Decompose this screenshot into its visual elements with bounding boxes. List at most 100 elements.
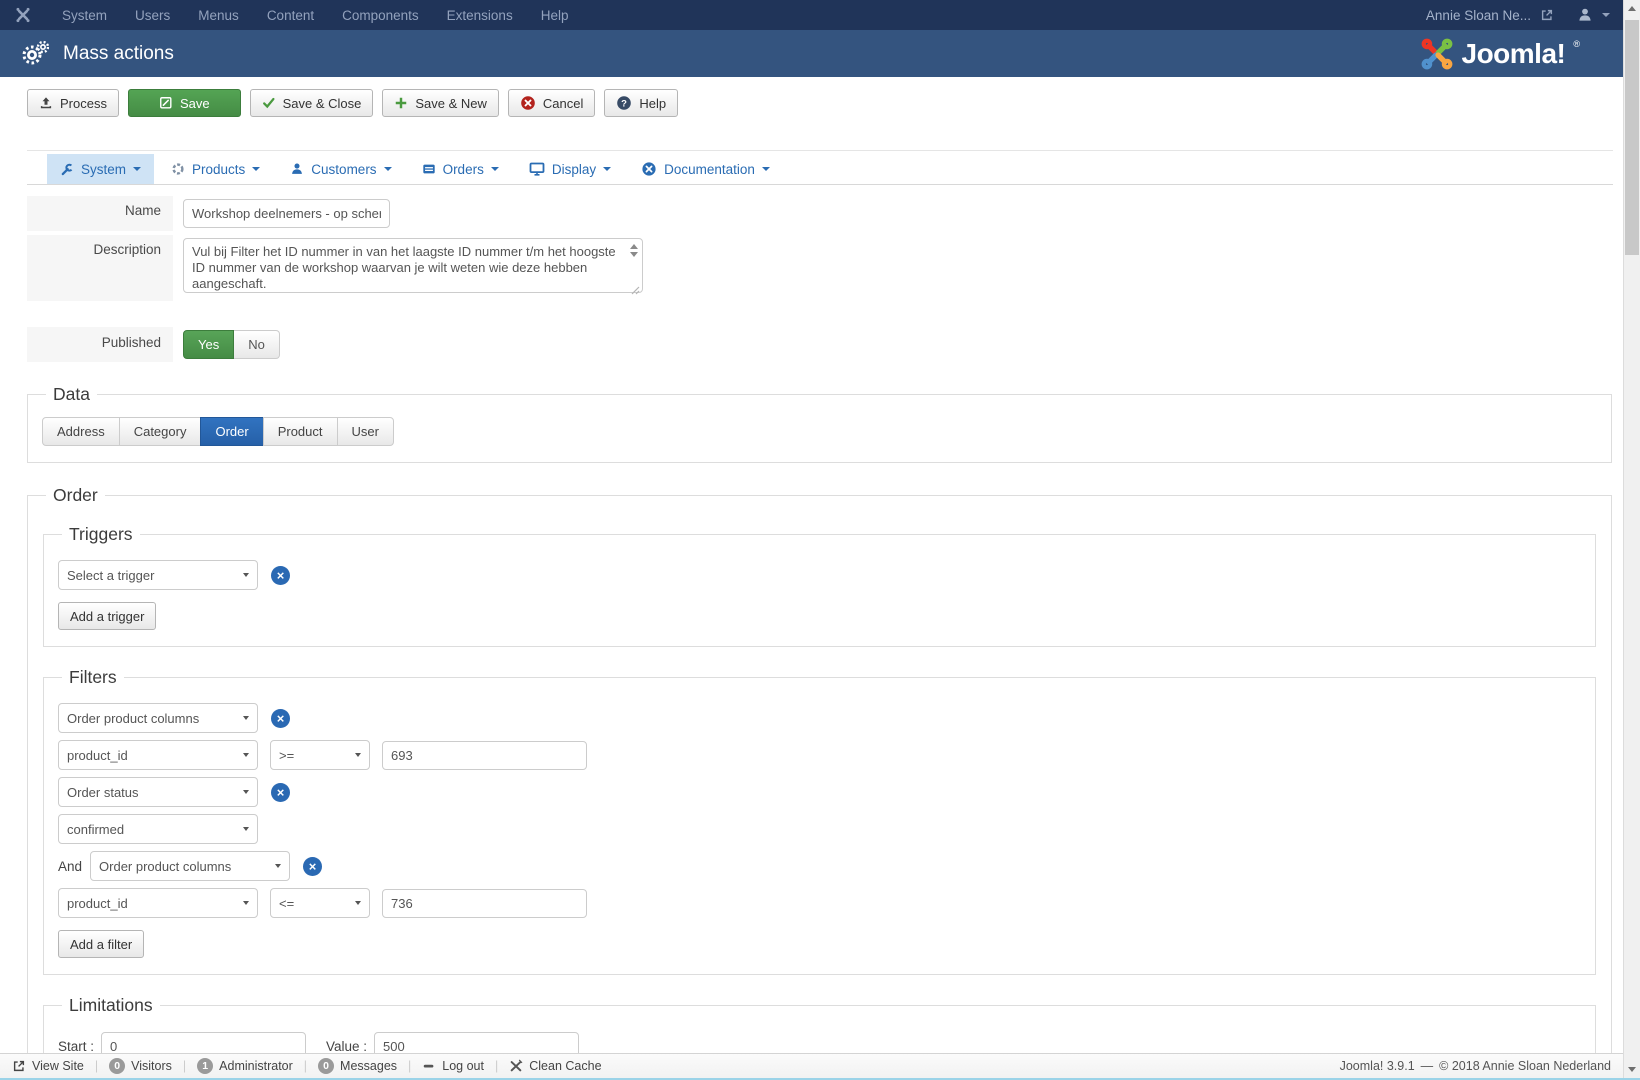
add-trigger-button[interactable]: Add a trigger <box>58 602 157 630</box>
remove-filter3-icon[interactable]: × <box>303 856 323 876</box>
separator: | <box>182 1059 187 1073</box>
filter2-type-value: Order status <box>67 784 139 800</box>
select-caret-icon <box>243 790 249 794</box>
joomla-mini-logo-icon <box>16 7 30 23</box>
help-button[interactable]: ? Help <box>604 89 679 117</box>
filter3-type-select[interactable]: Order product columns <box>90 851 291 881</box>
filter2-type-select[interactable]: Order status <box>58 777 258 807</box>
status-bar: View Site | 0 Visitors | 1 Administrator… <box>0 1053 1623 1078</box>
filter1-field-select[interactable]: product_id <box>58 740 258 770</box>
menu-components[interactable]: Components <box>328 8 433 23</box>
remove-trigger-icon[interactable]: × <box>271 565 290 585</box>
save-close-label: Save & Close <box>282 95 362 111</box>
filter1-type-value: Order product columns <box>67 710 200 726</box>
remove-filter2-icon[interactable]: × <box>271 782 290 802</box>
view-site-link[interactable]: View Site <box>12 1059 84 1073</box>
published-row: Published Yes No <box>27 327 1640 362</box>
filter3-type-value: Order product columns <box>99 858 232 874</box>
logout-link[interactable]: Log out <box>422 1059 484 1073</box>
save-label: Save <box>179 95 210 111</box>
select-caret-icon <box>243 716 249 720</box>
user-menu-caret-icon[interactable] <box>1602 13 1610 17</box>
tab-documentation[interactable]: Documentation <box>628 154 783 184</box>
trigger-select[interactable]: Select a trigger <box>58 560 258 590</box>
external-link-icon[interactable] <box>1540 8 1554 22</box>
tab-customers[interactable]: Customers <box>277 154 404 184</box>
remove-filter1-icon[interactable]: × <box>271 708 290 728</box>
tab-orders[interactable]: Orders <box>409 154 512 184</box>
save-close-button[interactable]: Save & Close <box>249 89 374 117</box>
data-option-address[interactable]: Address <box>42 417 120 446</box>
select-caret-icon <box>355 753 361 757</box>
description-row: Description Vul bij Filter het ID nummer… <box>27 235 1640 301</box>
menu-help[interactable]: Help <box>527 8 583 23</box>
tab-system-label: System <box>81 161 127 177</box>
filter3-field-select[interactable]: product_id <box>58 888 258 918</box>
menu-menus[interactable]: Menus <box>184 8 253 23</box>
products-icon <box>172 163 184 175</box>
tab-display[interactable]: Display <box>516 154 624 184</box>
select-caret-icon <box>243 901 249 905</box>
scrollbar-down-icon[interactable] <box>1624 1061 1640 1078</box>
select-caret-icon <box>243 753 249 757</box>
save-new-button[interactable]: Save & New <box>382 89 499 117</box>
data-option-order[interactable]: Order <box>200 417 264 446</box>
data-option-product[interactable]: Product <box>262 417 338 446</box>
filter3-value-input[interactable] <box>382 888 587 918</box>
process-button[interactable]: Process <box>27 89 119 117</box>
scrollbar-up-icon[interactable] <box>1624 0 1640 17</box>
filter3-operator-select[interactable]: <= <box>270 888 370 918</box>
filter1-type-select[interactable]: Order product columns <box>58 703 258 733</box>
menu-extensions[interactable]: Extensions <box>433 8 527 23</box>
scroll-down-icon[interactable] <box>630 252 638 257</box>
separator: | <box>303 1059 308 1073</box>
name-row: Name <box>27 196 1640 231</box>
add-filter-button[interactable]: Add a filter <box>58 930 145 958</box>
value-label: Value : <box>326 1039 368 1054</box>
menu-content[interactable]: Content <box>253 8 328 23</box>
filters-legend: Filters <box>69 667 117 687</box>
data-option-category[interactable]: Category <box>118 417 202 446</box>
select-caret-icon <box>355 901 361 905</box>
published-no-button[interactable]: No <box>234 330 280 359</box>
clean-cache-link[interactable]: Clean Cache <box>509 1059 602 1073</box>
triggers-legend: Triggers <box>69 524 133 544</box>
messages-link[interactable]: 0 Messages <box>318 1058 397 1074</box>
filter2-status-select[interactable]: confirmed <box>58 814 258 844</box>
logout-label: Log out <box>442 1059 484 1073</box>
page-title: Mass actions <box>63 42 174 64</box>
clean-cache-label: Clean Cache <box>529 1059 602 1073</box>
textarea-scrollbar[interactable] <box>630 244 638 257</box>
scroll-up-icon[interactable] <box>630 244 638 249</box>
administrator-link[interactable]: 1 Administrator <box>197 1058 293 1074</box>
name-input[interactable] <box>183 199 390 228</box>
published-yes-button[interactable]: Yes <box>183 330 235 359</box>
user-profile-icon[interactable] <box>1577 7 1593 23</box>
visitors-link[interactable]: 0 Visitors <box>109 1058 172 1074</box>
select-caret-icon <box>243 827 249 831</box>
site-name-link[interactable]: Annie Sloan Ne... <box>1426 8 1531 23</box>
published-label: Published <box>27 327 173 362</box>
data-option-user[interactable]: User <box>336 417 394 446</box>
select-caret-icon <box>275 864 282 868</box>
chevron-down-icon <box>133 167 142 171</box>
resize-grip-icon[interactable] <box>631 286 640 295</box>
tab-products[interactable]: Products <box>158 154 273 184</box>
page-scrollbar[interactable] <box>1623 0 1640 1080</box>
filter3-field-value: product_id <box>67 895 128 911</box>
menu-system[interactable]: System <box>48 8 121 23</box>
menu-users[interactable]: Users <box>121 8 184 23</box>
orders-icon <box>422 164 435 174</box>
filter1-operator-select[interactable]: >= <box>270 740 370 770</box>
view-site-label: View Site <box>32 1059 84 1073</box>
messages-label: Messages <box>340 1059 398 1073</box>
filter1-value-input[interactable] <box>382 740 587 770</box>
messages-badge: 0 <box>318 1058 335 1074</box>
scrollbar-thumb[interactable] <box>1625 20 1639 255</box>
view-site-icon <box>13 1060 25 1072</box>
save-button[interactable]: Save <box>127 89 241 117</box>
svg-text:?: ? <box>621 98 627 109</box>
cancel-button[interactable]: Cancel <box>507 89 596 117</box>
tab-system[interactable]: System <box>47 154 155 184</box>
description-textarea[interactable]: Vul bij Filter het ID nummer in van het … <box>183 238 643 293</box>
